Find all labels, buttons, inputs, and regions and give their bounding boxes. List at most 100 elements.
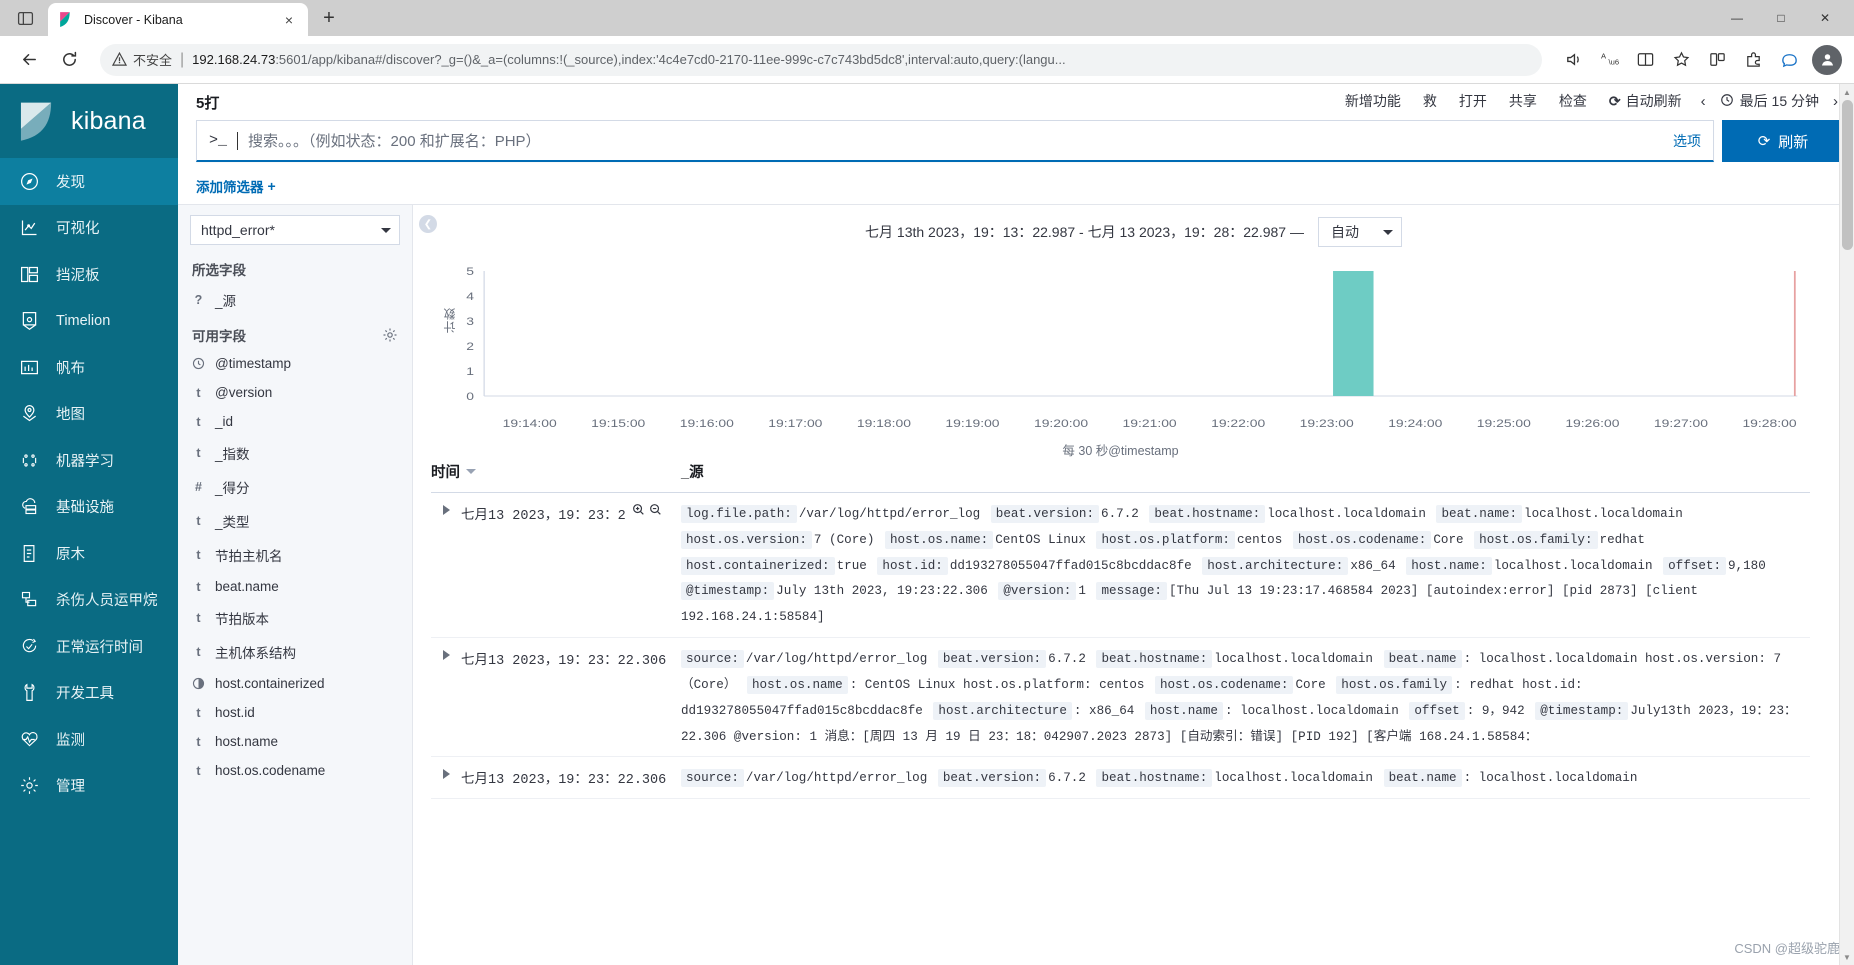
- minimize-button[interactable]: —: [1716, 4, 1758, 32]
- scroll-up-arrow-icon[interactable]: ▲: [1840, 84, 1854, 100]
- reload-icon[interactable]: [52, 43, 86, 77]
- field-key: offset: [1409, 701, 1465, 720]
- copilot-icon[interactable]: [1772, 43, 1806, 77]
- sidebar-item-management[interactable]: 管理: [0, 763, 178, 810]
- sidebar-item-label: 地图: [56, 407, 85, 424]
- refresh-button[interactable]: ⟳ 刷新: [1722, 120, 1844, 162]
- field-type-icon: t: [196, 763, 201, 778]
- field-item-index[interactable]: t _指数: [178, 436, 412, 470]
- sidebar-item-uptime[interactable]: 正常运行时间: [0, 623, 178, 670]
- sidebar-item-canvas[interactable]: 帆布: [0, 344, 178, 391]
- field-key: host.os.name: [746, 675, 848, 694]
- inspect-button[interactable]: 检查: [1548, 87, 1598, 115]
- svg-text:4: 4: [466, 290, 474, 302]
- field-key: host.os.version:: [681, 530, 812, 549]
- time-column-header[interactable]: 时间: [431, 461, 681, 482]
- field-item-type[interactable]: t _类型: [178, 504, 412, 538]
- sidebar-item-label: 发现: [56, 174, 85, 191]
- field-type-icon: ?: [194, 293, 203, 307]
- field-item-host-id[interactable]: t host.id: [178, 698, 412, 727]
- kibana-brand[interactable]: kibana: [0, 84, 178, 158]
- sidebar-item-timelion[interactable]: Timelion: [0, 298, 178, 345]
- gear-icon[interactable]: [382, 327, 398, 343]
- field-item-host-os-codename[interactable]: t host.os.codename: [178, 756, 412, 785]
- field-item-timestamp[interactable]: @timestamp: [178, 349, 412, 378]
- tab-close-icon[interactable]: ×: [280, 11, 298, 29]
- chevron-left-icon[interactable]: ❮: [419, 215, 437, 233]
- query-options-button[interactable]: 选项: [1673, 131, 1701, 151]
- interval-select[interactable]: 自动: [1317, 217, 1402, 247]
- sidebar-item-machine-learning[interactable]: 机器学习: [0, 437, 178, 484]
- scroll-down-arrow-icon[interactable]: ▼: [1840, 949, 1854, 965]
- text-caret: [237, 131, 239, 150]
- read-aloud-icon[interactable]: [1556, 43, 1590, 77]
- field-label: host.name: [215, 734, 279, 749]
- favorite-icon[interactable]: [1664, 43, 1698, 77]
- table-row[interactable]: 七月13 2023，19：23：2 log.file.path:/var/log…: [431, 493, 1810, 639]
- maximize-button[interactable]: □: [1760, 4, 1802, 32]
- index-pattern-select[interactable]: httpd_error*: [190, 215, 400, 245]
- sidebar-item-infrastructure[interactable]: 基础设施: [0, 484, 178, 531]
- not-secure-indicator[interactable]: 不安全: [112, 50, 172, 69]
- expand-row-button[interactable]: [431, 766, 461, 792]
- zoom-out-icon[interactable]: [649, 503, 662, 521]
- field-item-host-name[interactable]: t host.name: [178, 727, 412, 756]
- browser-tab[interactable]: Discover - Kibana ×: [48, 3, 308, 36]
- field-item-beat-version[interactable]: t 节拍版本: [178, 601, 412, 635]
- zoom-in-icon[interactable]: [632, 503, 645, 521]
- table-row[interactable]: 七月13 2023，19：23：22.306 source:/var/log/h…: [431, 757, 1810, 800]
- extensions-icon[interactable]: [1736, 43, 1770, 77]
- page-scrollbar[interactable]: ▲ ▼: [1839, 84, 1854, 965]
- field-item-source[interactable]: ? _源: [178, 283, 412, 317]
- close-window-button[interactable]: ✕: [1804, 4, 1846, 32]
- new-tab-button[interactable]: +: [314, 3, 344, 33]
- field-value: : CentOS Linux host.os.platform: centos: [849, 677, 1145, 692]
- discover-topbar: 5打 新增功能 救 打开 共享 检查 ⟳ 自动刷新 ‹ 最后 15 分钟 ›: [178, 84, 1854, 118]
- address-bar[interactable]: 不安全 | 192.168.24.73:5601/app/kibana#/dis…: [100, 43, 1542, 76]
- field-item-score[interactable]: # _得分: [178, 470, 412, 504]
- table-row[interactable]: 七月13 2023，19：23：22.306 source:/var/log/h…: [431, 638, 1810, 758]
- back-icon[interactable]: [12, 43, 46, 77]
- sidebar-item-dev-tools[interactable]: 开发工具: [0, 670, 178, 717]
- svg-text:19:23:00: 19:23:00: [1300, 417, 1354, 429]
- field-key: @timestamp:: [681, 582, 775, 601]
- field-item-version[interactable]: t @version: [178, 378, 412, 407]
- row-time-cell: 七月13 2023，19：23：2: [461, 502, 681, 631]
- sidebar-item-visualize[interactable]: 可视化: [0, 205, 178, 252]
- scrollbar-thumb[interactable]: [1842, 100, 1853, 250]
- svg-text:19:21:00: 19:21:00: [1123, 417, 1177, 429]
- field-item-beat-hostname[interactable]: t 节拍主机名: [178, 538, 412, 572]
- sidebar-item-dashboard[interactable]: 挡泥板: [0, 251, 178, 298]
- field-item-id[interactable]: t _id: [178, 407, 412, 436]
- sidebar-item-logs[interactable]: 原木: [0, 530, 178, 577]
- histogram-chart[interactable]: 计数 5 4 3 2 1 0 19:14:00 19:15:00 19:16:0…: [431, 255, 1810, 458]
- field-value: : 9，942: [1466, 703, 1525, 718]
- sidebar-item-apm[interactable]: 杀伤人员运甲烷: [0, 577, 178, 624]
- auto-refresh-button[interactable]: ⟳ 自动刷新: [1598, 87, 1693, 115]
- field-item-host-architecture[interactable]: t 主机体系结构: [178, 635, 412, 669]
- field-item-host-containerized[interactable]: host.containerized: [178, 669, 412, 698]
- browser-sidebar-toggle-icon[interactable]: [8, 3, 42, 33]
- time-prev-button[interactable]: ‹: [1693, 89, 1714, 114]
- add-filter-button[interactable]: 添加筛选器 +: [196, 176, 276, 196]
- field-label: _指数: [215, 447, 250, 462]
- source-column-header[interactable]: _源: [681, 461, 704, 482]
- expand-row-button[interactable]: [431, 647, 461, 750]
- sidebar-item-discover[interactable]: 发现: [0, 158, 178, 205]
- time-range-button[interactable]: 最后 15 分钟: [1714, 87, 1825, 115]
- field-item-beat-name[interactable]: t beat.name: [178, 572, 412, 601]
- search-input[interactable]: >_ 搜索。。。（例如状态：200 和扩展名：PHP） 选项: [196, 120, 1714, 162]
- sidebar-item-monitoring[interactable]: 监测: [0, 716, 178, 763]
- open-button[interactable]: 打开: [1448, 87, 1498, 115]
- collections-icon[interactable]: [1700, 43, 1734, 77]
- new-button[interactable]: 新增功能: [1334, 87, 1412, 115]
- filter-icons[interactable]: [632, 503, 662, 521]
- expand-row-button[interactable]: [431, 502, 461, 631]
- share-button[interactable]: 共享: [1498, 87, 1548, 115]
- save-button[interactable]: 救: [1412, 87, 1448, 115]
- sidebar-item-maps[interactable]: 地图: [0, 391, 178, 438]
- split-screen-icon[interactable]: [1628, 43, 1662, 77]
- sort-caret-icon[interactable]: [466, 469, 476, 474]
- translate-icon[interactable]: A\u6587: [1592, 43, 1626, 77]
- profile-icon[interactable]: [1812, 44, 1842, 75]
